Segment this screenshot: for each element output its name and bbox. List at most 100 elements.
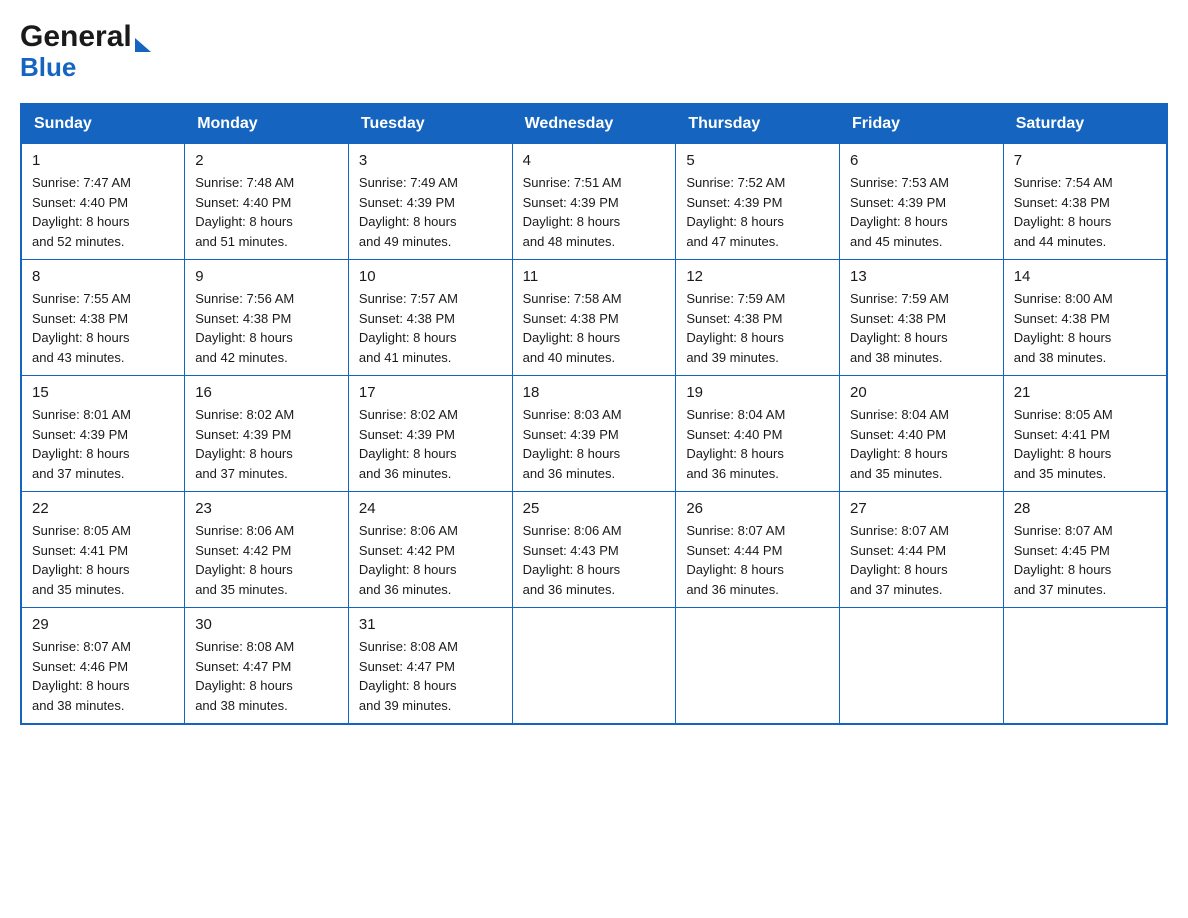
calendar-cell: 14 Sunrise: 8:00 AMSunset: 4:38 PMDayligh…: [1003, 260, 1167, 376]
day-number: 10: [359, 268, 502, 285]
calendar-cell: 24 Sunrise: 8:06 AMSunset: 4:42 PMDayligh…: [348, 492, 512, 608]
day-info: Sunrise: 8:08 AMSunset: 4:47 PMDaylight:…: [359, 637, 502, 715]
calendar-cell: 9 Sunrise: 7:56 AMSunset: 4:38 PMDaylight…: [185, 260, 349, 376]
day-info: Sunrise: 7:59 AMSunset: 4:38 PMDaylight:…: [686, 289, 829, 367]
day-number: 20: [850, 384, 993, 401]
calendar-week-3: 15 Sunrise: 8:01 AMSunset: 4:39 PMDayligh…: [21, 376, 1167, 492]
day-info: Sunrise: 7:53 AMSunset: 4:39 PMDaylight:…: [850, 173, 993, 251]
calendar-cell: 29 Sunrise: 8:07 AMSunset: 4:46 PMDayligh…: [21, 608, 185, 725]
day-info: Sunrise: 8:07 AMSunset: 4:44 PMDaylight:…: [686, 521, 829, 599]
calendar-cell: 22 Sunrise: 8:05 AMSunset: 4:41 PMDayligh…: [21, 492, 185, 608]
day-number: 29: [32, 616, 174, 633]
day-number: 9: [195, 268, 338, 285]
logo-triangle-icon: [135, 38, 151, 52]
logo-general-text: General: [20, 20, 132, 54]
calendar-cell: 23 Sunrise: 8:06 AMSunset: 4:42 PMDayligh…: [185, 492, 349, 608]
day-number: 7: [1014, 152, 1156, 169]
calendar-cell: 13 Sunrise: 7:59 AMSunset: 4:38 PMDayligh…: [840, 260, 1004, 376]
day-number: 5: [686, 152, 829, 169]
calendar-cell: 18Sunrise: 8:03 AMSunset: 4:39 PMDayligh…: [512, 376, 676, 492]
day-number: 15: [32, 384, 174, 401]
day-number: 14: [1014, 268, 1156, 285]
day-number: 24: [359, 500, 502, 517]
day-number: 28: [1014, 500, 1156, 517]
day-info: Sunrise: 8:02 AMSunset: 4:39 PMDaylight:…: [195, 405, 338, 483]
calendar-cell: 4Sunrise: 7:51 AMSunset: 4:39 PMDaylight…: [512, 144, 676, 260]
header-saturday: Saturday: [1003, 104, 1167, 144]
day-info: Sunrise: 8:07 AMSunset: 4:46 PMDaylight:…: [32, 637, 174, 715]
day-info: Sunrise: 7:57 AMSunset: 4:38 PMDaylight:…: [359, 289, 502, 367]
day-number: 8: [32, 268, 174, 285]
day-info: Sunrise: 7:48 AMSunset: 4:40 PMDaylight:…: [195, 173, 338, 251]
day-number: 2: [195, 152, 338, 169]
day-info: Sunrise: 8:06 AMSunset: 4:42 PMDaylight:…: [195, 521, 338, 599]
day-number: 25: [523, 500, 666, 517]
calendar-cell: 16 Sunrise: 8:02 AMSunset: 4:39 PMDayligh…: [185, 376, 349, 492]
calendar-cell: 8Sunrise: 7:55 AMSunset: 4:38 PMDaylight…: [21, 260, 185, 376]
calendar-cell: 20 Sunrise: 8:04 AMSunset: 4:40 PMDayligh…: [840, 376, 1004, 492]
day-info: Sunrise: 8:03 AMSunset: 4:39 PMDaylight:…: [523, 405, 666, 483]
calendar-cell: 25 Sunrise: 8:06 AMSunset: 4:43 PMDayligh…: [512, 492, 676, 608]
day-number: 17: [359, 384, 502, 401]
header-sunday: Sunday: [21, 104, 185, 144]
day-info: Sunrise: 8:00 AMSunset: 4:38 PMDaylight:…: [1014, 289, 1156, 367]
day-info: Sunrise: 8:07 AMSunset: 4:45 PMDaylight:…: [1014, 521, 1156, 599]
calendar-cell: 17 Sunrise: 8:02 AMSunset: 4:39 PMDayligh…: [348, 376, 512, 492]
calendar-cell: 3Sunrise: 7:49 AMSunset: 4:39 PMDaylight…: [348, 144, 512, 260]
calendar-cell: [1003, 608, 1167, 725]
calendar-cell: 28 Sunrise: 8:07 AMSunset: 4:45 PMDayligh…: [1003, 492, 1167, 608]
day-number: 19: [686, 384, 829, 401]
calendar-week-1: 1 Sunrise: 7:47 AMSunset: 4:40 PMDaylight…: [21, 144, 1167, 260]
day-info: Sunrise: 8:06 AMSunset: 4:42 PMDaylight:…: [359, 521, 502, 599]
calendar-cell: [676, 608, 840, 725]
calendar-cell: 21 Sunrise: 8:05 AMSunset: 4:41 PMDayligh…: [1003, 376, 1167, 492]
day-number: 6: [850, 152, 993, 169]
day-info: Sunrise: 8:08 AMSunset: 4:47 PMDaylight:…: [195, 637, 338, 715]
calendar-cell: 12Sunrise: 7:59 AMSunset: 4:38 PMDayligh…: [676, 260, 840, 376]
calendar-cell: 10 Sunrise: 7:57 AMSunset: 4:38 PMDayligh…: [348, 260, 512, 376]
calendar-cell: 6 Sunrise: 7:53 AMSunset: 4:39 PMDaylight…: [840, 144, 1004, 260]
calendar-cell: 30Sunrise: 8:08 AMSunset: 4:47 PMDayligh…: [185, 608, 349, 725]
header: General Blue: [20, 20, 1168, 83]
logo: General Blue: [20, 20, 151, 83]
header-thursday: Thursday: [676, 104, 840, 144]
day-info: Sunrise: 8:01 AMSunset: 4:39 PMDaylight:…: [32, 405, 174, 483]
day-info: Sunrise: 7:59 AMSunset: 4:38 PMDaylight:…: [850, 289, 993, 367]
day-info: Sunrise: 7:56 AMSunset: 4:38 PMDaylight:…: [195, 289, 338, 367]
day-info: Sunrise: 7:51 AMSunset: 4:39 PMDaylight:…: [523, 173, 666, 251]
calendar-cell: 31 Sunrise: 8:08 AMSunset: 4:47 PMDayligh…: [348, 608, 512, 725]
day-number: 27: [850, 500, 993, 517]
day-info: Sunrise: 8:05 AMSunset: 4:41 PMDaylight:…: [1014, 405, 1156, 483]
calendar-week-2: 8Sunrise: 7:55 AMSunset: 4:38 PMDaylight…: [21, 260, 1167, 376]
calendar-cell: 7 Sunrise: 7:54 AMSunset: 4:38 PMDaylight…: [1003, 144, 1167, 260]
day-info: Sunrise: 7:47 AMSunset: 4:40 PMDaylight:…: [32, 173, 174, 251]
calendar-header-row: SundayMondayTuesdayWednesdayThursdayFrid…: [21, 104, 1167, 144]
calendar-cell: 15 Sunrise: 8:01 AMSunset: 4:39 PMDayligh…: [21, 376, 185, 492]
day-number: 1: [32, 152, 174, 169]
day-info: Sunrise: 7:58 AMSunset: 4:38 PMDaylight:…: [523, 289, 666, 367]
day-number: 11: [523, 268, 666, 285]
day-number: 23: [195, 500, 338, 517]
day-info: Sunrise: 8:05 AMSunset: 4:41 PMDaylight:…: [32, 521, 174, 599]
day-number: 13: [850, 268, 993, 285]
day-number: 22: [32, 500, 174, 517]
calendar-cell: [840, 608, 1004, 725]
day-number: 31: [359, 616, 502, 633]
day-info: Sunrise: 8:06 AMSunset: 4:43 PMDaylight:…: [523, 521, 666, 599]
day-number: 21: [1014, 384, 1156, 401]
header-tuesday: Tuesday: [348, 104, 512, 144]
calendar-cell: 26Sunrise: 8:07 AMSunset: 4:44 PMDayligh…: [676, 492, 840, 608]
day-info: Sunrise: 7:54 AMSunset: 4:38 PMDaylight:…: [1014, 173, 1156, 251]
header-monday: Monday: [185, 104, 349, 144]
day-info: Sunrise: 8:04 AMSunset: 4:40 PMDaylight:…: [686, 405, 829, 483]
calendar-week-5: 29 Sunrise: 8:07 AMSunset: 4:46 PMDayligh…: [21, 608, 1167, 725]
day-info: Sunrise: 8:02 AMSunset: 4:39 PMDaylight:…: [359, 405, 502, 483]
calendar-cell: 19 Sunrise: 8:04 AMSunset: 4:40 PMDayligh…: [676, 376, 840, 492]
calendar-cell: [512, 608, 676, 725]
calendar-cell: 5 Sunrise: 7:52 AMSunset: 4:39 PMDaylight…: [676, 144, 840, 260]
day-number: 16: [195, 384, 338, 401]
day-info: Sunrise: 8:04 AMSunset: 4:40 PMDaylight:…: [850, 405, 993, 483]
header-wednesday: Wednesday: [512, 104, 676, 144]
day-info: Sunrise: 7:49 AMSunset: 4:39 PMDaylight:…: [359, 173, 502, 251]
day-info: Sunrise: 7:52 AMSunset: 4:39 PMDaylight:…: [686, 173, 829, 251]
